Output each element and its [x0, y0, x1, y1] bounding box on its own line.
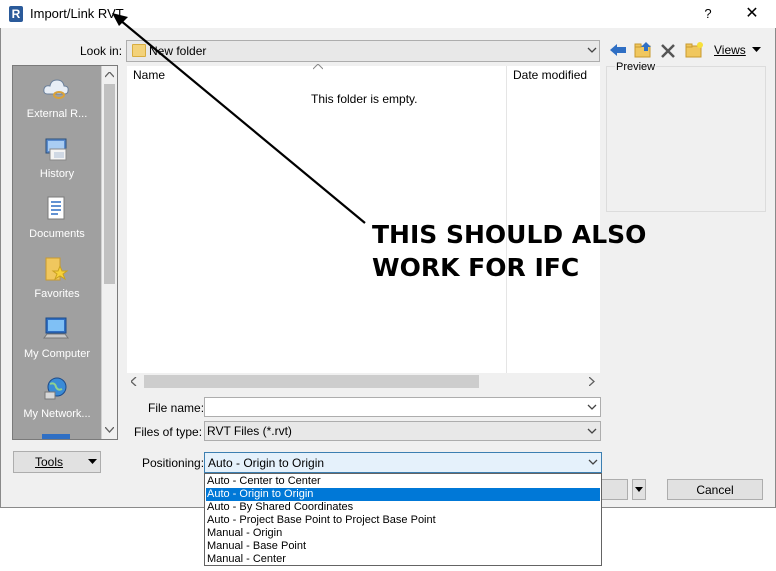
preview-panel — [606, 66, 766, 212]
up-folder-icon[interactable] — [634, 41, 654, 59]
dialog-title: Import/Link RVT — [30, 6, 124, 21]
network-icon — [44, 377, 67, 400]
back-arrow-icon[interactable] — [609, 42, 627, 58]
place-label: Documents — [29, 228, 85, 240]
delete-icon[interactable] — [660, 43, 676, 59]
place-favorites[interactable]: Favorites — [14, 252, 100, 312]
place-partial-icon — [42, 434, 70, 439]
positioning-option[interactable]: Manual - Origin — [206, 527, 600, 540]
positioning-dropdown-icon[interactable] — [588, 459, 598, 466]
place-label: My Network... — [23, 408, 91, 420]
annotation-text: THIS SHOULD ALSO WORK FOR IFC — [372, 218, 646, 284]
positioning-option[interactable]: Auto - Center to Center — [206, 475, 600, 488]
files-of-type-select[interactable]: RVT Files (*.rvt) — [204, 421, 601, 441]
sort-ascending-icon — [313, 64, 323, 70]
place-history[interactable]: History — [14, 132, 100, 192]
files-of-type-label: Files of type: — [134, 425, 203, 439]
place-label: My Computer — [23, 348, 91, 360]
positioning-option-selected[interactable]: Auto - Origin to Origin — [206, 488, 600, 501]
place-label: External R... — [26, 108, 88, 120]
file-name-dropdown-icon[interactable] — [587, 404, 597, 411]
new-folder-icon[interactable] — [685, 41, 705, 59]
cloud-link-icon — [43, 79, 69, 99]
column-header-name[interactable]: Name — [133, 68, 165, 82]
look-in-label: Look in: — [80, 44, 123, 58]
annotation-line-2: WORK FOR IFC — [372, 253, 580, 282]
column-header-date-modified[interactable]: Date modified — [513, 68, 587, 82]
place-external-resources[interactable]: External R... — [14, 72, 100, 132]
positioning-option[interactable]: Auto - Project Base Point to Project Bas… — [206, 514, 600, 527]
place-label: Favorites — [34, 288, 80, 300]
close-button[interactable]: ✕ — [740, 3, 764, 25]
preview-label: Preview — [615, 61, 657, 73]
positioning-option[interactable]: Manual - Base Point — [206, 540, 600, 553]
places-scroll-thumb[interactable] — [104, 84, 115, 284]
favorites-icon — [45, 257, 69, 281]
views-dropdown-icon[interactable] — [752, 47, 761, 53]
folder-icon — [132, 44, 146, 57]
annotation-line-1: THIS SHOULD ALSO — [372, 220, 647, 249]
history-icon — [45, 138, 67, 161]
computer-icon — [43, 317, 69, 339]
place-label: History — [39, 168, 75, 180]
empty-folder-message: This folder is empty. — [311, 92, 418, 106]
revit-app-icon: R — [9, 6, 23, 22]
views-menu[interactable]: Views — [714, 43, 746, 57]
place-my-computer[interactable]: My Computer — [14, 312, 100, 372]
scroll-left-icon[interactable] — [131, 377, 137, 386]
cancel-button[interactable]: Cancel — [667, 479, 763, 500]
positioning-option[interactable]: Manual - Center — [206, 553, 600, 566]
positioning-label: Positioning: — [142, 456, 205, 470]
tools-label: Tools — [35, 455, 64, 469]
scroll-down-icon[interactable] — [105, 427, 114, 433]
look-in-value: New folder — [149, 44, 207, 58]
positioning-option[interactable]: Auto - By Shared Coordinates — [206, 501, 600, 514]
scroll-up-icon[interactable] — [105, 72, 114, 78]
file-name-input[interactable] — [204, 397, 601, 417]
positioning-dropdown-list: Auto - Center to Center Auto - Origin to… — [204, 473, 602, 566]
documents-icon — [47, 196, 65, 220]
positioning-select[interactable]: Auto - Origin to Origin — [204, 452, 602, 473]
hscroll-thumb[interactable] — [144, 375, 479, 388]
open-dropdown-icon — [635, 487, 643, 492]
place-documents[interactable]: Documents — [14, 192, 100, 252]
place-my-network[interactable]: My Network... — [14, 372, 100, 432]
help-button[interactable]: ? — [697, 3, 719, 25]
scroll-right-icon[interactable] — [589, 377, 595, 386]
chevron-down-icon[interactable] — [587, 47, 597, 54]
file-name-label: File name: — [148, 401, 205, 415]
files-of-type-dropdown-icon[interactable] — [587, 428, 597, 435]
tools-dropdown-icon[interactable] — [88, 459, 97, 465]
places-scrollbar[interactable] — [101, 66, 117, 439]
open-split-button[interactable] — [632, 479, 646, 500]
